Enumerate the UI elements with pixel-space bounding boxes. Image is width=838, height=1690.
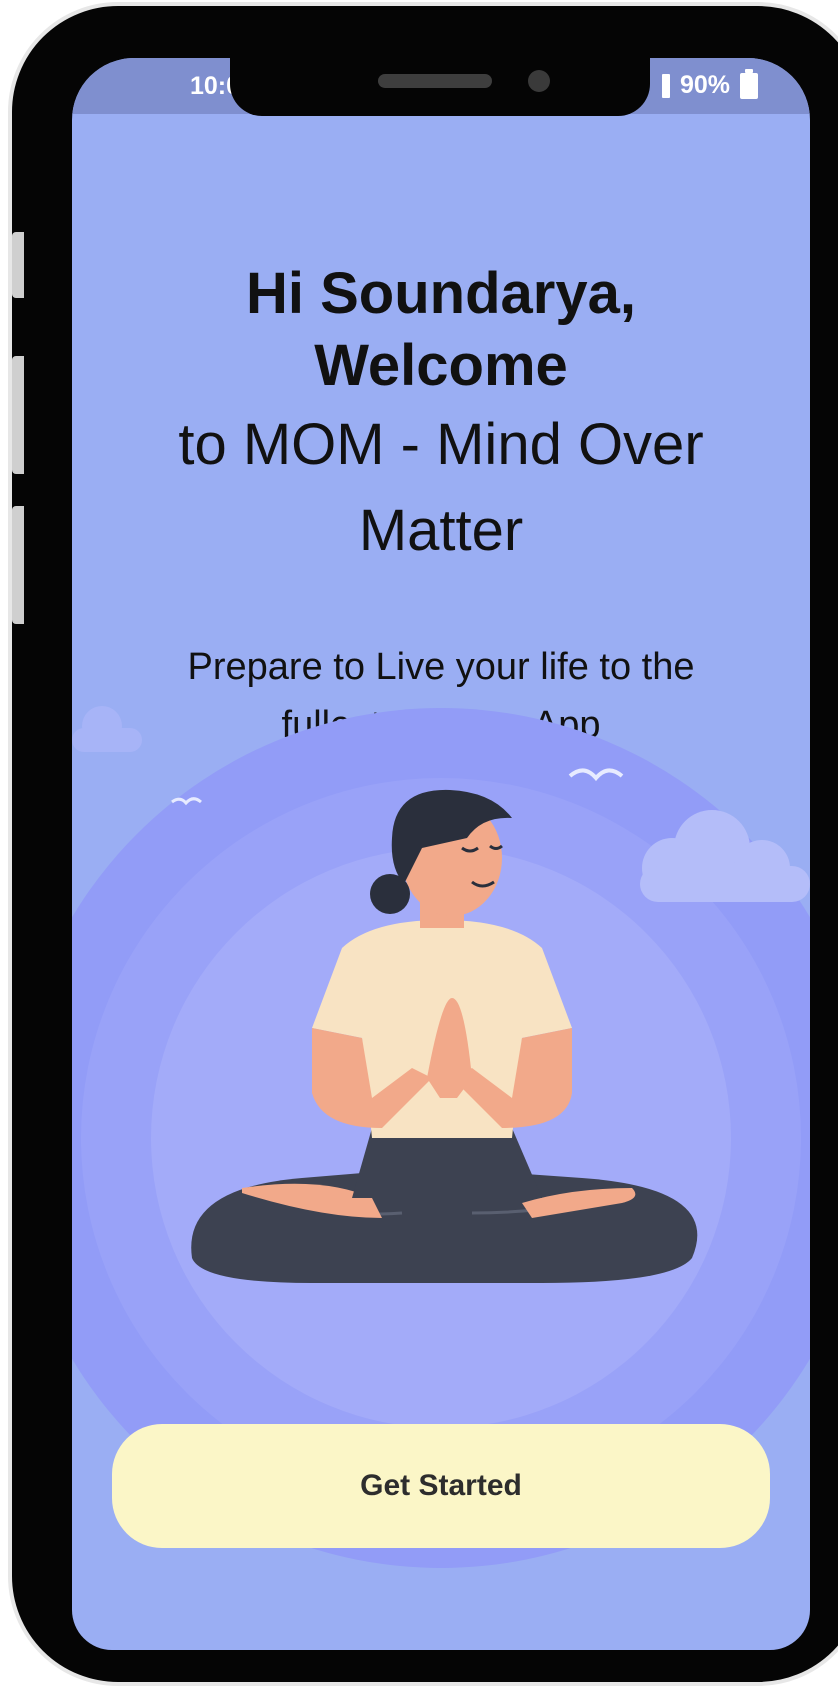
greeting-text: Hi Soundarya, bbox=[246, 261, 636, 326]
volume-down-button bbox=[12, 356, 24, 474]
small-cloud-icon bbox=[72, 706, 142, 752]
battery-icon bbox=[740, 68, 758, 99]
welcome-heading: Hi Soundarya, Welcome to MOM - Mind Over… bbox=[72, 258, 810, 574]
battery-percentage: 90% bbox=[679, 71, 730, 99]
phone-notch bbox=[230, 58, 650, 116]
hair-bun bbox=[370, 874, 410, 914]
speaker-grille bbox=[378, 74, 492, 88]
welcome-text: Welcome bbox=[314, 333, 568, 398]
phone-frame: 10:0 90% Hi Soundarya, Welcome to MOM - … bbox=[8, 2, 838, 1686]
app-name-line-1: to MOM - Mind Over bbox=[178, 412, 704, 477]
waist bbox=[352, 1128, 542, 1198]
volume-up-button bbox=[12, 232, 24, 298]
tagline-line-1: Prepare to Live your life to the bbox=[187, 646, 695, 688]
status-indicators: 90% bbox=[661, 68, 758, 100]
get-started-button[interactable]: Get Started bbox=[112, 1424, 770, 1548]
app-screen: 10:0 90% Hi Soundarya, Welcome to MOM - … bbox=[72, 58, 810, 1650]
front-camera bbox=[528, 70, 550, 92]
power-button bbox=[12, 506, 24, 624]
app-name-line-2: Matter bbox=[358, 498, 524, 563]
signal-bars-icon bbox=[661, 73, 670, 98]
